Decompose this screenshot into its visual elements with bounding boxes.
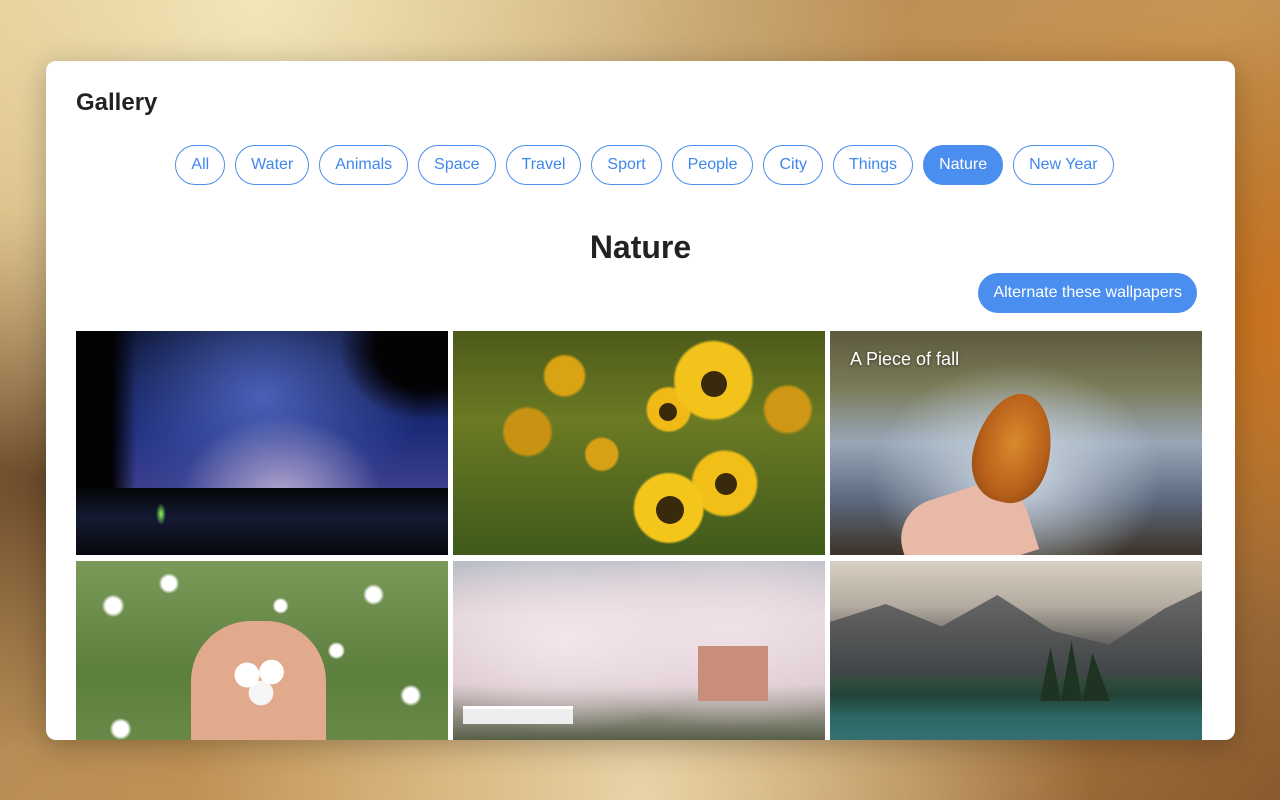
white-blossoms: [226, 651, 296, 711]
sunflower-center: [659, 403, 677, 421]
lake-shore: [76, 487, 448, 555]
app-title: Gallery: [76, 89, 158, 116]
gallery-window: Gallery All Water Animals Space Travel S…: [46, 61, 1235, 740]
light-reflection: [156, 503, 166, 525]
mountains: [830, 590, 1202, 676]
tree-silhouette: [338, 331, 448, 421]
sunflower-center: [656, 496, 684, 524]
wallpaper-tile-sunflowers[interactable]: [453, 331, 825, 555]
filter-chip-city[interactable]: City: [763, 145, 824, 185]
wallpaper-grid: A Piece of fall: [76, 331, 1203, 740]
section-title: Nature: [589, 229, 692, 265]
sunflower-center: [701, 371, 727, 397]
filter-chip-new-year[interactable]: New Year: [1013, 145, 1114, 185]
filter-chip-travel[interactable]: Travel: [505, 145, 582, 185]
wallpaper-tile-cherry-blossoms[interactable]: [453, 561, 825, 740]
filter-chip-all[interactable]: All: [175, 145, 226, 185]
alternate-wallpapers-button[interactable]: Alternate these wallpapers: [978, 273, 1197, 313]
filter-chip-people[interactable]: People: [671, 145, 754, 185]
filter-chip-sport[interactable]: Sport: [591, 145, 662, 185]
tile-caption: A Piece of fall: [850, 349, 960, 369]
filter-chip-things[interactable]: Things: [833, 145, 914, 185]
sunflower-center: [715, 473, 737, 495]
filter-chip-animals[interactable]: Animals: [319, 145, 409, 185]
bridge: [463, 706, 573, 724]
filter-chip-nature[interactable]: Nature: [923, 145, 1004, 185]
wallpaper-tile-night-sky[interactable]: [76, 331, 448, 555]
category-filter-bar: All Water Animals Space Travel Sport Peo…: [46, 145, 1235, 185]
wallpaper-tile-mountain-lake[interactable]: [830, 561, 1202, 740]
wallpaper-tile-hands-blossoms[interactable]: [76, 561, 448, 740]
wallpaper-tile-fall-leaf[interactable]: A Piece of fall: [830, 331, 1202, 555]
house: [698, 646, 768, 701]
filter-chip-space[interactable]: Space: [418, 145, 496, 185]
filter-chip-water[interactable]: Water: [235, 145, 310, 185]
